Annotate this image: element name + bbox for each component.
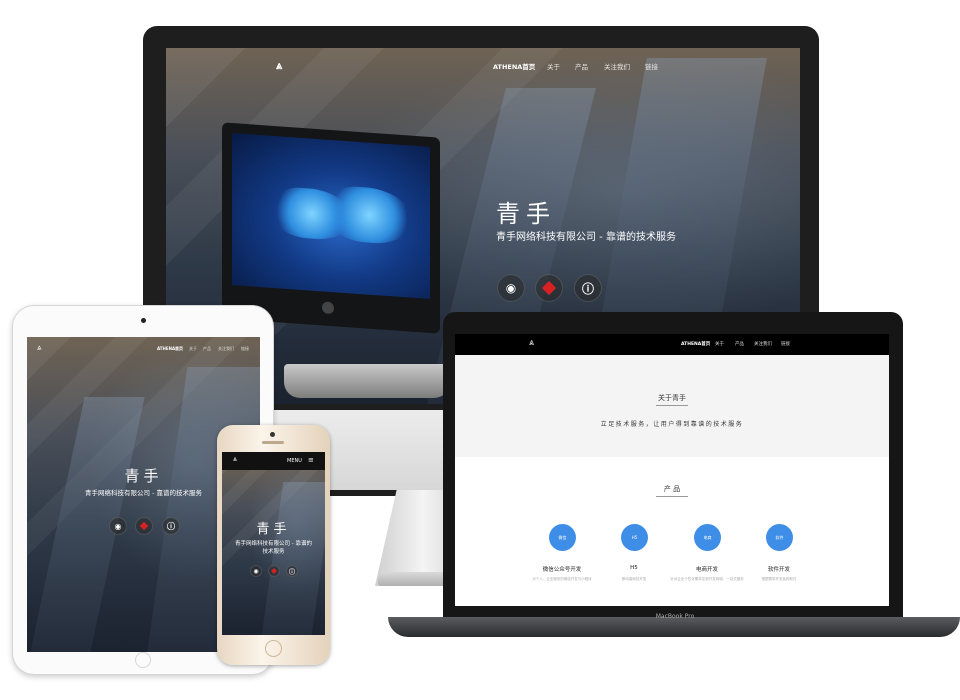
building-bg	[29, 397, 145, 652]
brand-logo[interactable]: ⩓	[529, 338, 534, 348]
product-button[interactable]	[135, 517, 153, 535]
brand-logo[interactable]: ⩓	[276, 59, 282, 73]
nav-links[interactable]: 链接	[781, 341, 790, 347]
nav-home[interactable]: ATHENA首页	[157, 346, 183, 352]
iphone-speaker	[262, 441, 284, 444]
info-button[interactable]: ⓘ	[162, 517, 180, 535]
red-cube-icon	[139, 521, 149, 531]
product-desc: 针对企业个性化需求定制开发商城，一站式服务	[670, 577, 744, 581]
about-title: 关于青手	[658, 394, 686, 402]
nav-links[interactable]: 链接	[645, 61, 658, 71]
nav-links[interactable]: 链接	[241, 346, 249, 352]
info-icon: ⓘ	[167, 521, 175, 531]
brand-logo[interactable]: ⩓	[37, 343, 41, 353]
product-name[interactable]: 软件开发	[739, 565, 819, 573]
iphone-home-button[interactable]	[265, 640, 282, 657]
about-section: 关于青手 立足技术服务，让用户得到靠谱的技术服务	[455, 355, 889, 457]
apple-logo	[322, 301, 334, 315]
info-button[interactable]: ⓘ	[574, 274, 602, 302]
nav-home[interactable]: ATHENA首页	[681, 341, 710, 347]
github-icon: ◉	[253, 567, 259, 575]
product-button[interactable]	[268, 565, 280, 577]
wechat-icon[interactable]: 微信	[549, 524, 576, 551]
product-button[interactable]	[535, 274, 563, 302]
hero-subtitle-line2: 技术服务	[262, 549, 285, 555]
hamburger-icon[interactable]: ≡	[308, 456, 314, 464]
software-icon[interactable]: 软件	[766, 524, 793, 551]
about-divider	[656, 405, 688, 406]
products-title: 产 品	[663, 485, 681, 493]
product-desc: 移动端网站开发	[621, 577, 647, 581]
info-icon: ⓘ	[581, 281, 594, 296]
nav-products[interactable]: 产品	[203, 346, 211, 352]
product-desc: 对个人、企业服务的微信开发与小程序	[532, 577, 592, 581]
info-icon: ⓘ	[288, 568, 295, 576]
github-button[interactable]: ◉	[109, 517, 127, 535]
info-button[interactable]: ⓘ	[286, 565, 298, 577]
macbook-screen: ⩓ ATHENA首页 关于 产品 关注我们 链接 关于青手 立足技术服务，让用户…	[455, 334, 889, 606]
hero-subtitle-line1: 青手网络科技有限公司 - 靠谱的	[235, 541, 312, 547]
nav-follow[interactable]: 关注我们	[604, 61, 630, 71]
product-name[interactable]: 电商开发	[667, 565, 747, 573]
hero-monitor-image	[222, 122, 440, 334]
red-cube-icon	[541, 280, 557, 296]
nav-about[interactable]: 关于	[189, 346, 197, 352]
hero-title: 青手	[496, 200, 556, 228]
nav-follow[interactable]: 关注我们	[754, 341, 772, 347]
building-bg	[260, 482, 325, 635]
nav-home[interactable]: ATHENA首页	[493, 61, 535, 71]
nav-products[interactable]: 产品	[735, 341, 744, 347]
menu-label[interactable]: MENU	[287, 458, 302, 464]
github-icon: ◉	[114, 521, 122, 531]
macbook-label: MacBook Pro	[655, 613, 695, 620]
ipad-home-button[interactable]	[135, 652, 151, 668]
iphone-camera	[270, 432, 275, 437]
hero-title: 青手	[256, 522, 291, 537]
macbook-nav: ⩓ ATHENA首页 关于 产品 关注我们 链接	[455, 334, 889, 355]
brand-logo[interactable]: ⩓	[233, 455, 237, 464]
macbook-base	[388, 617, 960, 637]
product-name[interactable]: H5	[594, 565, 674, 571]
iphone-screen: ⩓ MENU ≡ 青手 青手网络科技有限公司 - 靠谱的 技术服务 ◉ ⓘ	[222, 452, 325, 635]
mobile-nav-bar: ⩓ MENU ≡	[222, 452, 325, 470]
github-button[interactable]: ◉	[250, 565, 262, 577]
ecommerce-icon[interactable]: 电商	[694, 524, 721, 551]
product-name[interactable]: 微信公众号开发	[522, 565, 602, 573]
ipad-camera	[141, 318, 146, 323]
hero-monitor-stand	[284, 364, 450, 398]
product-desc: 根据需求开发各种软件	[761, 577, 797, 581]
top-nav: ⩓ ATHENA首页 关于 产品 关注我们 链接	[166, 58, 800, 74]
handshake-image	[232, 133, 430, 299]
devices-mockup: ⩓ ATHENA首页 关于 产品 关注我们 链接 青手 青手网络科技有限公司 -…	[0, 0, 960, 700]
github-button[interactable]: ◉	[497, 274, 525, 302]
nav-follow[interactable]: 关注我们	[218, 346, 234, 352]
products-divider	[656, 496, 688, 497]
hand-right	[327, 184, 412, 246]
nav-about[interactable]: 关于	[547, 61, 560, 71]
about-text: 立足技术服务，让用户得到靠谱的技术服务	[600, 421, 744, 428]
nav-products[interactable]: 产品	[575, 61, 588, 71]
h5-icon[interactable]: H5	[621, 524, 648, 551]
hero-subtitle: 青手网络科技有限公司 - 靠谱的技术服务	[496, 232, 676, 243]
github-icon: ◉	[505, 281, 517, 295]
red-cube-icon	[271, 568, 277, 574]
nav-about[interactable]: 关于	[715, 341, 724, 347]
